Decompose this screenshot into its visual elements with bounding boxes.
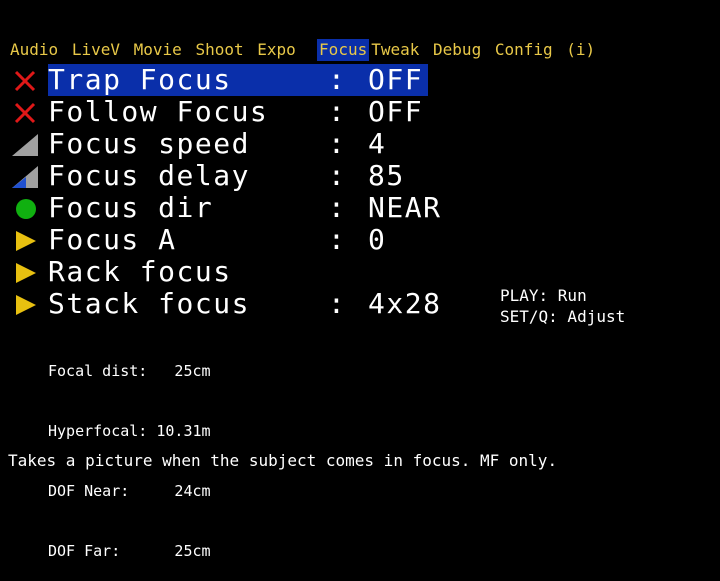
tab-shoot[interactable]: Shoot <box>193 39 245 61</box>
green-dot-icon <box>16 199 36 219</box>
dof-far-readout: DOF Far: 25cm <box>48 542 211 560</box>
focal-dist-readout: Focal dist: 25cm <box>48 362 211 380</box>
menu-item-focus-a[interactable]: Focus A : 0 <box>12 224 712 256</box>
menu-item-value: OFF <box>368 95 424 128</box>
menu-item-value: 85 <box>368 159 405 192</box>
tab-expo[interactable]: Expo <box>255 39 298 61</box>
menu-item-separator: : <box>328 127 345 160</box>
menu-item-value: OFF <box>368 63 424 96</box>
menu-item-label: Stack focus <box>48 287 250 320</box>
menu-item-separator: : <box>328 95 345 128</box>
blue-ramp-icon <box>12 166 38 188</box>
gray-ramp-icon <box>12 134 38 156</box>
menu-item-separator: : <box>328 287 345 320</box>
menu-item-label: Focus A <box>48 223 177 256</box>
menu-item-label: Trap Focus <box>48 63 232 96</box>
arrow-icon <box>16 231 36 251</box>
menu-item-separator: : <box>328 159 345 192</box>
menu-item-trap-focus[interactable]: Trap Focus : OFF <box>12 64 712 96</box>
help-text: Takes a picture when the subject comes i… <box>8 451 558 470</box>
menu-item-value: 4x28 <box>368 287 442 320</box>
hyperfocal-readout: Hyperfocal: 10.31m <box>48 422 211 440</box>
menu-item-rack-focus[interactable]: Rack focus <box>12 256 712 288</box>
play-hint: PLAY: Run <box>500 286 587 305</box>
menu-item-focus-delay[interactable]: Focus delay : 85 <box>12 160 712 192</box>
menu-item-separator: : <box>328 223 345 256</box>
menu-item-label: Rack focus <box>48 255 232 288</box>
tab-config[interactable]: Config <box>493 39 555 61</box>
arrow-icon <box>16 295 36 315</box>
menu-item-label: Focus speed <box>48 127 250 160</box>
tab-bar: Audio LiveV Movie Shoot Expo Focus Tweak… <box>8 39 597 61</box>
arrow-icon <box>16 263 36 283</box>
tab-tweak[interactable]: Tweak <box>369 39 421 61</box>
x-icon <box>14 102 36 124</box>
tab-livev[interactable]: LiveV <box>70 39 122 61</box>
menu-item-value: 0 <box>368 223 387 256</box>
menu-item-value: NEAR <box>368 191 442 224</box>
menu-item-separator: : <box>328 191 345 224</box>
tab-info[interactable]: (i) <box>564 39 597 61</box>
tab-audio[interactable]: Audio <box>8 39 60 61</box>
menu-item-value: 4 <box>368 127 387 160</box>
menu-item-label: Follow Focus <box>48 95 269 128</box>
menu-item-label: Focus delay <box>48 159 250 192</box>
tab-movie[interactable]: Movie <box>132 39 184 61</box>
focus-menu: Trap Focus : OFF Follow Focus : OFF Focu… <box>12 64 712 320</box>
menu-item-focus-dir[interactable]: Focus dir : NEAR <box>12 192 712 224</box>
menu-item-separator: : <box>328 63 345 96</box>
menu-item-follow-focus[interactable]: Follow Focus : OFF <box>12 96 712 128</box>
set-hint: SET/Q: Adjust <box>500 307 626 326</box>
menu-item-focus-speed[interactable]: Focus speed : 4 <box>12 128 712 160</box>
x-icon <box>14 70 36 92</box>
menu-item-label: Focus dir <box>48 191 214 224</box>
tab-debug[interactable]: Debug <box>431 39 483 61</box>
dof-near-readout: DOF Near: 24cm <box>48 482 211 500</box>
tab-focus[interactable]: Focus <box>317 39 370 61</box>
